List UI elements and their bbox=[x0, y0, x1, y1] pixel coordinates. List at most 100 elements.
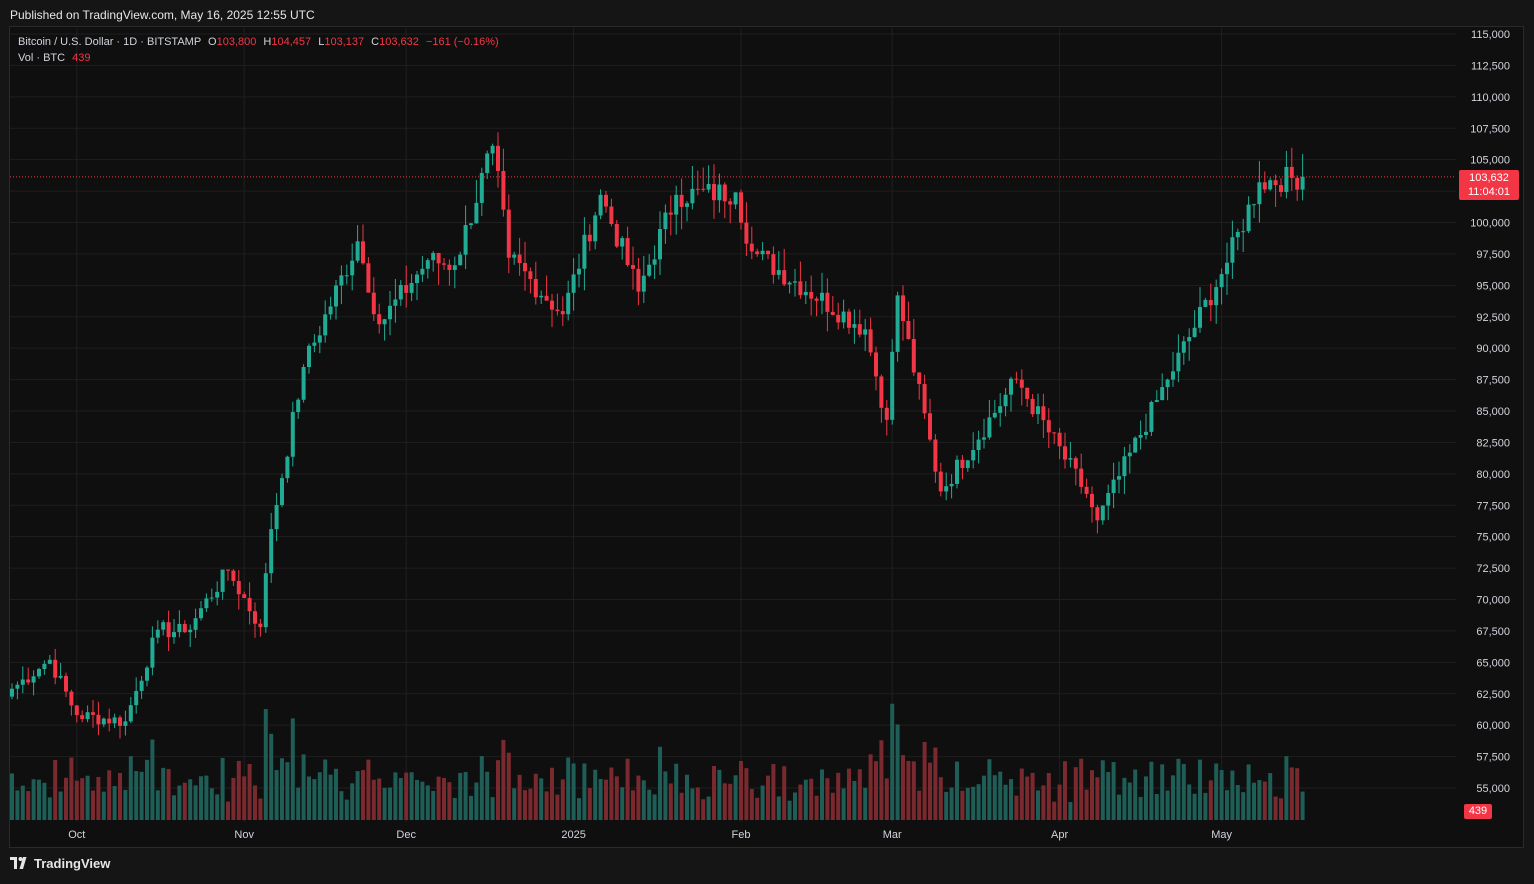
volume-row: Vol · BTC 439 bbox=[18, 50, 499, 66]
candle-body bbox=[965, 460, 970, 468]
volume-bar bbox=[1117, 794, 1121, 820]
volume-bar bbox=[1252, 782, 1256, 820]
volume-bar bbox=[1208, 780, 1213, 820]
y-tick-label: 72,500 bbox=[1476, 563, 1510, 575]
candle-body bbox=[388, 305, 392, 320]
volume-bar bbox=[404, 772, 409, 820]
symbol-label[interactable]: Bitcoin / U.S. Dollar · 1D · BITSTAMP bbox=[18, 36, 201, 48]
open-label: O bbox=[208, 36, 217, 48]
change-value: −161 (−0.16%) bbox=[425, 36, 499, 48]
candle-body bbox=[1127, 452, 1132, 457]
candle-body bbox=[74, 705, 79, 716]
y-tick-label: 77,500 bbox=[1476, 500, 1510, 512]
candle-body bbox=[760, 250, 765, 255]
candle-body bbox=[960, 459, 965, 468]
volume-bar bbox=[992, 775, 997, 820]
volume-bar bbox=[636, 775, 641, 820]
volume-bar bbox=[728, 783, 733, 820]
volume-bar bbox=[220, 757, 225, 820]
y-tick-label: 87,500 bbox=[1476, 375, 1510, 387]
volume-bar bbox=[717, 769, 722, 820]
candle-body bbox=[91, 712, 95, 715]
candle-body bbox=[857, 324, 862, 335]
candle-body bbox=[1030, 398, 1035, 415]
volume-bar bbox=[501, 739, 506, 820]
volume-bar bbox=[199, 776, 203, 820]
volume-value: 439 bbox=[72, 52, 91, 64]
volume-bar bbox=[42, 782, 47, 820]
candle-body bbox=[64, 675, 68, 692]
volume-bar bbox=[928, 762, 932, 820]
bar-countdown: 11:04:01 bbox=[1467, 186, 1510, 198]
close-label: C bbox=[371, 36, 380, 48]
volume-bar bbox=[658, 746, 662, 820]
candle-body bbox=[560, 311, 565, 315]
volume-bar bbox=[118, 773, 122, 820]
candle-body bbox=[155, 629, 160, 638]
candle-body bbox=[112, 717, 117, 724]
volume-bar bbox=[760, 785, 765, 820]
candle-body bbox=[663, 212, 668, 230]
candle-body bbox=[1090, 493, 1094, 508]
candle-body bbox=[301, 367, 306, 400]
volume-bar bbox=[1165, 790, 1170, 820]
candle-body bbox=[323, 314, 328, 336]
candle-body bbox=[1149, 401, 1154, 432]
candle-body bbox=[982, 437, 986, 440]
candle-body bbox=[992, 412, 997, 418]
candle-body bbox=[814, 298, 819, 301]
volume-bar bbox=[258, 798, 263, 820]
volume-bar bbox=[1063, 761, 1067, 820]
volume-bar bbox=[809, 778, 814, 820]
volume-bar bbox=[145, 759, 149, 820]
candle-body bbox=[577, 268, 581, 275]
volume-bar bbox=[1192, 793, 1197, 820]
volume-label[interactable]: Vol · BTC bbox=[18, 52, 65, 64]
volume-bar bbox=[1187, 784, 1192, 820]
volume-bar bbox=[663, 771, 668, 820]
footer-brand[interactable]: TradingView bbox=[10, 856, 110, 871]
volume-bar bbox=[344, 799, 349, 820]
volume-bar bbox=[1257, 780, 1262, 820]
candle-body bbox=[415, 274, 419, 284]
candle-body bbox=[528, 271, 533, 279]
volume-bar bbox=[625, 758, 630, 820]
candle-body bbox=[393, 299, 398, 306]
candle-body bbox=[863, 329, 868, 335]
candle-body bbox=[1036, 406, 1040, 415]
candle-body bbox=[317, 335, 322, 343]
candle-body bbox=[85, 712, 90, 720]
candle-body bbox=[533, 278, 538, 298]
y-tick-label: 90,000 bbox=[1476, 343, 1510, 355]
volume-bar bbox=[1106, 771, 1111, 820]
volume-bar bbox=[1122, 777, 1127, 820]
candle-body bbox=[523, 263, 527, 272]
volume-bar bbox=[1100, 760, 1105, 820]
volume-bar bbox=[485, 771, 490, 820]
volume-bar bbox=[820, 769, 824, 820]
candle-body bbox=[96, 714, 101, 725]
volume-bar bbox=[1003, 784, 1008, 820]
candle-body bbox=[712, 183, 716, 201]
x-tick-label: 2025 bbox=[561, 829, 585, 841]
candle-body bbox=[614, 223, 619, 247]
volume-bar bbox=[868, 754, 873, 820]
volume-bar bbox=[188, 779, 193, 820]
candle-body bbox=[803, 291, 808, 296]
candle-body bbox=[512, 254, 517, 258]
volume-bar bbox=[614, 776, 619, 820]
volume-bar bbox=[766, 775, 770, 820]
volume-bar bbox=[620, 787, 625, 820]
volume-bar bbox=[301, 754, 306, 820]
volume-bar bbox=[793, 792, 797, 820]
candle-body bbox=[906, 321, 911, 339]
y-tick-label: 60,000 bbox=[1476, 720, 1510, 732]
volume-bar bbox=[388, 787, 392, 820]
candle-body bbox=[47, 659, 52, 664]
volume-bar bbox=[1225, 790, 1229, 820]
volume-bar bbox=[317, 772, 322, 820]
volume-bar bbox=[447, 782, 452, 820]
price-chart[interactable]: 115,000112,500110,000107,500105,000102,5… bbox=[0, 0, 1534, 884]
volume-bar bbox=[960, 790, 965, 820]
volume-bar bbox=[436, 776, 441, 820]
